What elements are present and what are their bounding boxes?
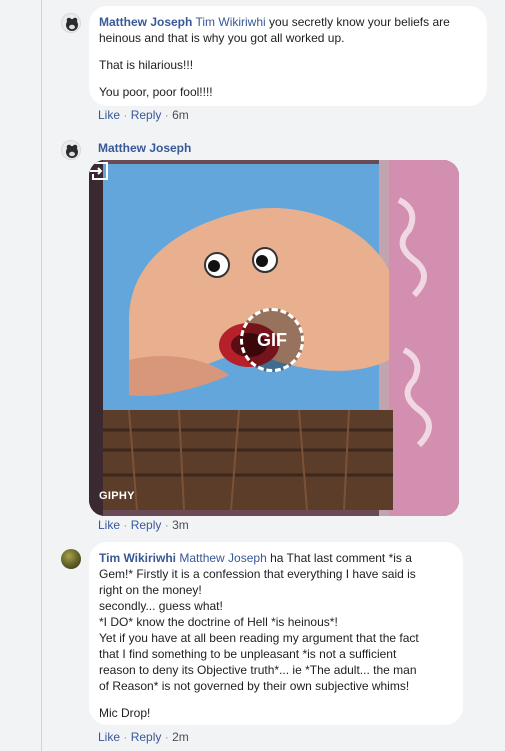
gif-play-badge[interactable]: GIF bbox=[240, 308, 304, 372]
comment-line: *I DO* know the doctrine of Hell *is hei… bbox=[99, 615, 338, 629]
separator: · bbox=[123, 518, 128, 532]
comment-actions: Like · Reply · 6m bbox=[98, 108, 189, 122]
avatar[interactable] bbox=[61, 13, 81, 33]
comment-line: right on the money! bbox=[99, 583, 202, 597]
comment-line: Yet if you have at all been reading my a… bbox=[99, 631, 419, 645]
comment-line: Gem!* Firstly it is a confession that ev… bbox=[99, 567, 416, 581]
separator: · bbox=[164, 108, 169, 122]
comment-line: secondly... guess what! bbox=[99, 599, 223, 613]
comment-paragraph: You poor, poor fool!!!! bbox=[99, 85, 213, 99]
comment-line: Mic Drop! bbox=[99, 706, 151, 720]
giphy-label[interactable]: GIPHY bbox=[99, 490, 135, 502]
mention-link[interactable]: Tim Wikiriwhi bbox=[195, 15, 265, 29]
mention-link[interactable]: Matthew Joseph bbox=[179, 551, 266, 565]
timestamp-link[interactable]: 6m bbox=[172, 108, 189, 122]
comment-paragraph: That is hilarious!!! bbox=[99, 58, 194, 72]
comment-text: Matthew Joseph Tim Wikiriwhi you secretl… bbox=[99, 14, 475, 46]
author-name[interactable]: Matthew Joseph bbox=[99, 15, 192, 29]
like-link[interactable]: Like bbox=[98, 108, 120, 122]
reply-link[interactable]: Reply bbox=[131, 730, 162, 744]
comment-actions: Like · Reply · 2m bbox=[98, 730, 189, 744]
separator: · bbox=[164, 730, 169, 744]
gif-attachment[interactable]: GIF GIPHY bbox=[89, 160, 459, 516]
separator: · bbox=[164, 518, 169, 532]
like-link[interactable]: Like bbox=[98, 730, 120, 744]
timestamp-link[interactable]: 3m bbox=[172, 518, 189, 532]
comment-actions: Like · Reply · 3m bbox=[98, 518, 189, 532]
comment-bubble: Matthew Joseph Tim Wikiriwhi you secretl… bbox=[89, 6, 487, 106]
avatar[interactable] bbox=[61, 549, 81, 569]
like-link[interactable]: Like bbox=[98, 518, 120, 532]
avatar-image bbox=[66, 17, 78, 31]
avatar[interactable] bbox=[61, 140, 81, 160]
separator: · bbox=[123, 730, 128, 744]
separator: · bbox=[123, 108, 128, 122]
comment-bubble: Tim Wikiriwhi Matthew Joseph ha That las… bbox=[89, 542, 463, 725]
thread-line bbox=[41, 0, 42, 751]
reply-link[interactable]: Reply bbox=[131, 518, 162, 532]
timestamp-link[interactable]: 2m bbox=[172, 730, 189, 744]
open-external-icon[interactable] bbox=[89, 160, 111, 182]
comment-line: reason to deny its Objective truth*... i… bbox=[99, 663, 417, 677]
comment-line: of Reason* is not governed by their own … bbox=[99, 679, 410, 693]
avatar-image bbox=[66, 144, 78, 158]
author-name[interactable]: Tim Wikiriwhi bbox=[99, 551, 176, 565]
comment-text: Tim Wikiriwhi Matthew Joseph ha That las… bbox=[99, 550, 451, 566]
reply-link[interactable]: Reply bbox=[131, 108, 162, 122]
comment-line: ha That last comment *is a bbox=[270, 551, 412, 565]
author-name[interactable]: Matthew Joseph bbox=[98, 141, 191, 155]
comment-line: that I find something to be unpleasant *… bbox=[99, 647, 397, 661]
